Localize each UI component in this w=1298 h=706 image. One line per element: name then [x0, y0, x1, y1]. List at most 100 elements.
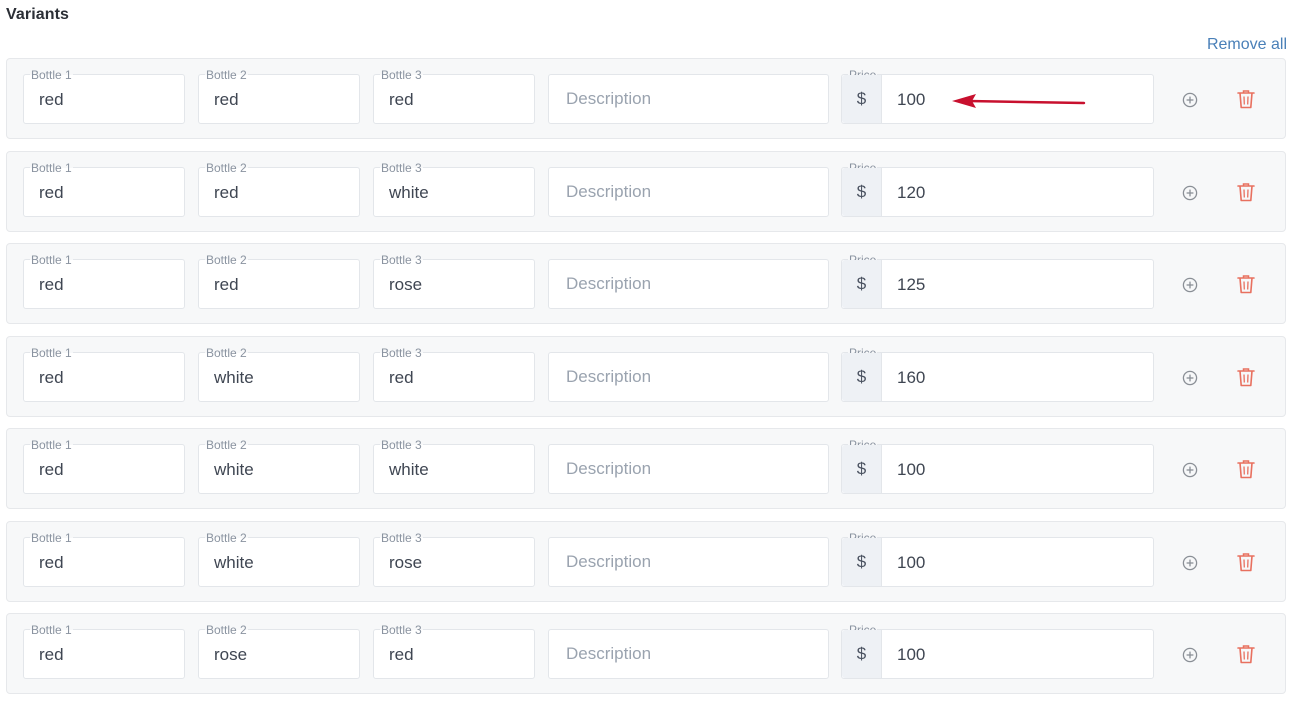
bottle2-label: Bottle 2 [205, 438, 248, 452]
bottle1-value: red [39, 90, 64, 109]
bottle3-field[interactable]: Bottle 3 rose [373, 253, 535, 309]
bottle2-field[interactable]: Bottle 2 red [198, 68, 360, 124]
variant-row: Bottle 1 red Bottle 2 white Bottle 3 ros… [6, 520, 1286, 602]
description-input[interactable]: Description [548, 259, 829, 309]
bottle3-value: white [389, 460, 429, 479]
bottle2-label: Bottle 2 [205, 345, 248, 360]
variant-row: Bottle 1 red Bottle 2 white Bottle 3 red… [6, 335, 1286, 417]
plus-circle-icon[interactable] [1182, 647, 1198, 663]
description-input[interactable]: Description [548, 444, 829, 494]
bottle1-field[interactable]: Bottle 1 red [23, 345, 185, 402]
remove-all-link[interactable]: Remove all [1207, 36, 1287, 54]
description-placeholder: Description [566, 366, 652, 386]
bottle2-field[interactable]: Bottle 2 red [198, 253, 360, 309]
trash-icon[interactable] [1237, 552, 1255, 572]
bottle3-value: red [389, 367, 414, 387]
bottle2-value: red [214, 182, 239, 202]
trash-icon[interactable] [1237, 367, 1255, 387]
bottle3-value: red [389, 645, 414, 664]
bottle3-label: Bottle 3 [380, 345, 423, 360]
bottle2-field[interactable]: Bottle 2 white [198, 345, 360, 402]
bottle3-field[interactable]: Bottle 3 rose [373, 530, 535, 587]
bottle1-label: Bottle 1 [30, 160, 73, 175]
bottle2-value: white [214, 367, 254, 387]
bottle3-label: Bottle 3 [380, 68, 423, 82]
price-field[interactable]: Price $ 120 [841, 160, 1154, 217]
price-value: 100 [897, 90, 926, 109]
bottle3-field[interactable]: Bottle 3 white [373, 438, 535, 494]
variants-page: Variants Remove all Bottle 1 red Bottle … [0, 0, 1298, 706]
bottle3-label: Bottle 3 [380, 530, 423, 545]
bottle2-value: red [214, 275, 239, 294]
description-input[interactable]: Description [548, 351, 829, 402]
bottle3-field[interactable]: Bottle 3 red [373, 345, 535, 402]
currency-addon: $ [842, 630, 882, 678]
plus-circle-icon[interactable] [1182, 370, 1198, 386]
bottle1-label: Bottle 1 [30, 253, 73, 267]
description-placeholder: Description [566, 644, 652, 663]
trash-icon[interactable] [1237, 459, 1255, 479]
bottle1-label: Bottle 1 [30, 623, 73, 637]
plus-circle-icon[interactable] [1182, 462, 1198, 478]
price-value: 100 [897, 460, 926, 479]
price-field[interactable]: Price $ 100 [841, 530, 1154, 587]
bottle2-field[interactable]: Bottle 2 rose [198, 623, 360, 679]
plus-circle-icon[interactable] [1182, 185, 1198, 201]
bottle1-field[interactable]: Bottle 1 red [23, 438, 185, 494]
description-input[interactable]: Description [548, 629, 829, 679]
bottle1-field[interactable]: Bottle 1 red [23, 253, 185, 309]
bottle3-value: white [389, 182, 429, 202]
bottle3-value: rose [389, 275, 423, 294]
section-title: Variants [6, 6, 70, 23]
trash-icon[interactable] [1237, 644, 1255, 664]
bottle2-field[interactable]: Bottle 2 white [198, 530, 360, 587]
description-input[interactable]: Description [548, 74, 829, 124]
variant-list: Bottle 1 red Bottle 2 red Bottle 3 red D… [6, 58, 1286, 706]
price-value: 100 [897, 645, 926, 664]
plus-circle-icon[interactable] [1182, 555, 1198, 571]
variant-row: Bottle 1 red Bottle 2 rose Bottle 3 red … [6, 613, 1286, 694]
price-field[interactable]: Price $ 100 [841, 438, 1154, 494]
bottle2-value: rose [214, 645, 248, 664]
description-input[interactable]: Description [548, 536, 829, 587]
bottle3-label: Bottle 3 [380, 623, 423, 637]
currency-addon: $ [842, 167, 882, 216]
price-field[interactable]: Price $ 125 [841, 253, 1154, 309]
bottle1-value: red [39, 460, 64, 479]
trash-icon[interactable] [1237, 182, 1255, 202]
bottle1-field[interactable]: Bottle 1 red [23, 623, 185, 679]
plus-circle-icon[interactable] [1182, 277, 1198, 293]
variant-row: Bottle 1 red Bottle 2 red Bottle 3 white… [6, 150, 1286, 232]
bottle3-field[interactable]: Bottle 3 white [373, 160, 535, 217]
bottle2-field[interactable]: Bottle 2 red [198, 160, 360, 217]
currency-addon: $ [842, 75, 882, 123]
bottle2-value: white [214, 552, 254, 572]
bottle1-field[interactable]: Bottle 1 red [23, 68, 185, 124]
bottle3-field[interactable]: Bottle 3 red [373, 623, 535, 679]
bottle1-label: Bottle 1 [30, 68, 73, 82]
bottle2-label: Bottle 2 [205, 530, 248, 545]
bottle1-label: Bottle 1 [30, 530, 73, 545]
bottle2-field[interactable]: Bottle 2 white [198, 438, 360, 494]
price-value: 125 [897, 275, 926, 294]
trash-icon[interactable] [1237, 274, 1255, 294]
bottle2-label: Bottle 2 [205, 68, 248, 82]
bottle3-value: rose [389, 552, 423, 572]
bottle1-field[interactable]: Bottle 1 red [23, 530, 185, 587]
currency-addon: $ [842, 352, 882, 401]
trash-icon[interactable] [1237, 89, 1255, 109]
plus-circle-icon[interactable] [1182, 92, 1198, 108]
bottle1-label: Bottle 1 [30, 345, 73, 360]
price-value: 160 [897, 367, 926, 387]
description-placeholder: Description [566, 181, 652, 201]
price-field[interactable]: Price $ 100 [841, 623, 1154, 679]
bottle2-label: Bottle 2 [205, 623, 248, 637]
description-placeholder: Description [566, 89, 652, 108]
bottle1-field[interactable]: Bottle 1 red [23, 160, 185, 217]
price-field[interactable]: Price $ 160 [841, 345, 1154, 402]
bottle1-value: red [39, 367, 64, 387]
description-placeholder: Description [566, 551, 652, 571]
description-input[interactable]: Description [548, 166, 829, 217]
bottle2-value: red [214, 90, 239, 109]
bottle3-field[interactable]: Bottle 3 red [373, 68, 535, 124]
